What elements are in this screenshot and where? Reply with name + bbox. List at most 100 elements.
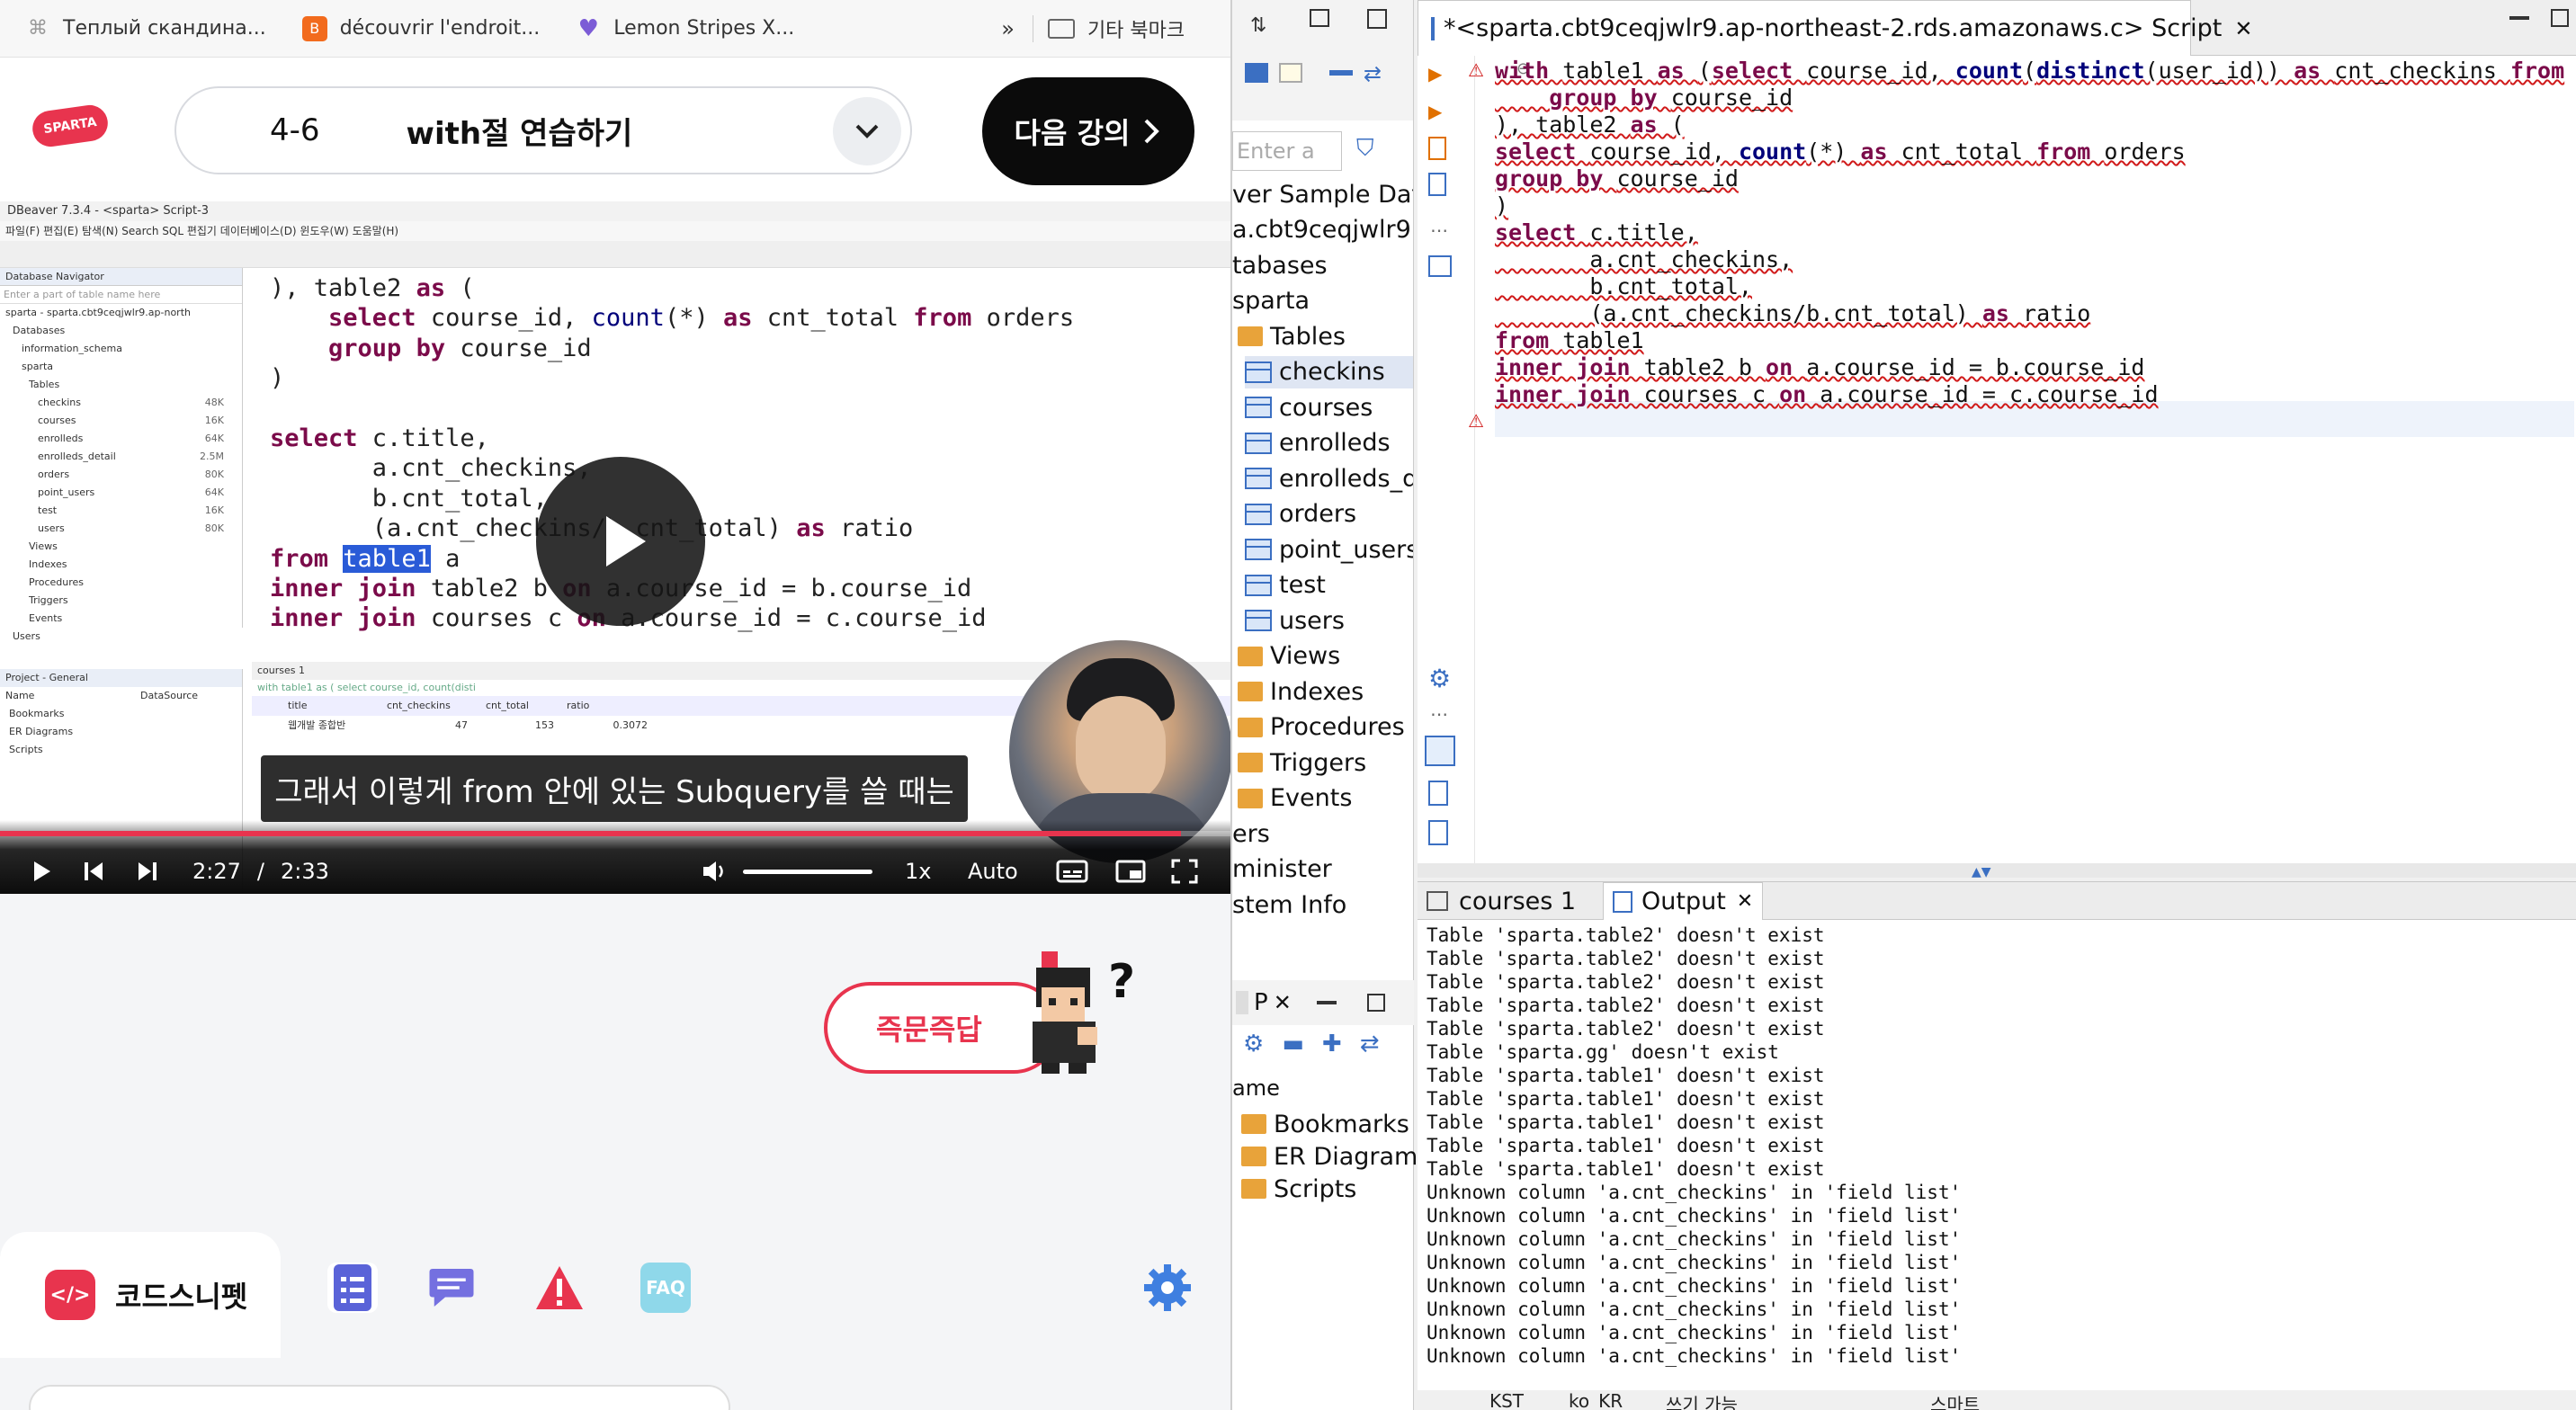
collapse-all-icon[interactable]: ▬ bbox=[1282, 1031, 1304, 1058]
previous-button[interactable] bbox=[83, 849, 104, 894]
video-code-line: select course_id, count(*) as cnt_total … bbox=[328, 304, 1075, 333]
execute-script-icon[interactable]: ▶ bbox=[1428, 101, 1442, 122]
volume-icon bbox=[703, 861, 723, 881]
minimize-icon[interactable] bbox=[2509, 16, 2529, 20]
navigator-item-ver-sample-data[interactable]: ver Sample Data bbox=[1232, 178, 1413, 210]
other-bookmarks[interactable]: 기타 북마크 bbox=[1047, 14, 1185, 43]
navigator-item-minister[interactable]: minister bbox=[1232, 853, 1332, 886]
quality-button[interactable]: Auto bbox=[968, 849, 1018, 894]
bookmark-2[interactable]: B découvrir l'endroit... bbox=[301, 15, 540, 41]
tab-courses-1[interactable]: courses 1 bbox=[1418, 882, 1585, 920]
filter-icon[interactable]: ⛉ bbox=[1356, 135, 1374, 163]
bookmark-1[interactable]: ⌘ Теплый скандина... bbox=[25, 16, 266, 41]
close-icon[interactable]: ✕ bbox=[1274, 990, 1292, 1015]
output-log-line: Table 'sparta.table1' doesn't exist bbox=[1427, 1065, 1825, 1086]
video-results-col: cnt_checkins bbox=[387, 700, 451, 711]
navigator-item-sparta[interactable]: sparta bbox=[1232, 285, 1310, 317]
editor-splitter[interactable]: ▲▼ bbox=[1418, 863, 2576, 879]
faq-button[interactable]: FAQ bbox=[640, 1263, 691, 1313]
minimize-icon[interactable] bbox=[1310, 9, 1329, 27]
gear-icon[interactable]: ⚙ bbox=[1428, 664, 1451, 693]
execute-icon[interactable]: ▶ bbox=[1428, 63, 1442, 85]
more-icon[interactable]: ⋯ bbox=[1430, 703, 1448, 725]
navigator-item-enrolleds-d[interactable]: enrolleds_d bbox=[1245, 462, 1413, 495]
notes-button[interactable] bbox=[327, 1263, 378, 1313]
projects-tab[interactable]: P bbox=[1254, 989, 1268, 1016]
navigator-item-tabases[interactable]: tabases bbox=[1232, 249, 1328, 281]
video-player[interactable]: DBeaver 7.3.4 - <sparta> Script-3 파일(F) … bbox=[0, 201, 1230, 894]
video-tree-item: orders 80K bbox=[0, 466, 242, 484]
gear-icon[interactable]: ⚙ bbox=[1243, 1031, 1264, 1058]
sql-line: select course_id, count(*) as cnt_total … bbox=[1495, 138, 2186, 165]
navigator-item-procedures[interactable]: Procedures bbox=[1238, 711, 1405, 744]
new-connection-icon[interactable] bbox=[1245, 63, 1268, 83]
sql-code[interactable]: with table1 as (select course_id, count(… bbox=[1495, 58, 2574, 435]
project-item-bookmarks[interactable]: Bookmarks bbox=[1241, 1108, 1409, 1140]
navigator-item-ers[interactable]: ers bbox=[1232, 817, 1270, 850]
maximize-icon[interactable] bbox=[2551, 9, 2569, 27]
navigator-item-orders[interactable]: orders bbox=[1245, 498, 1356, 531]
dbeaver-window: ⇅ ⇄ Enter a ⛉ ver Sample Data a.cbt9ceqjw… bbox=[1230, 0, 2576, 1410]
terminal-icon[interactable] bbox=[1428, 255, 1452, 277]
results-panel-toggle-icon[interactable] bbox=[1425, 736, 1455, 766]
volume-slider[interactable] bbox=[743, 849, 872, 894]
volume-button[interactable] bbox=[702, 849, 729, 894]
navigator-item-users[interactable]: users bbox=[1245, 604, 1345, 637]
chevron-down-icon[interactable] bbox=[833, 97, 901, 165]
editor-tab[interactable]: *<sparta.cbt9ceqjwlr9.ap-northeast-2.rds… bbox=[1418, 0, 2253, 56]
navigator-item-triggers[interactable]: Triggers bbox=[1238, 746, 1366, 779]
navigator-item-events[interactable]: Events bbox=[1238, 782, 1352, 815]
explain-icon[interactable] bbox=[1428, 137, 1446, 160]
link-icon[interactable]: ⇄ bbox=[1360, 1031, 1380, 1058]
navigator-item-indexes[interactable]: Indexes bbox=[1238, 675, 1364, 708]
maximize-icon[interactable] bbox=[1366, 994, 1385, 1012]
navigator-item-test[interactable]: test bbox=[1245, 569, 1326, 602]
tab-output[interactable]: Output ✕ bbox=[1603, 882, 1764, 920]
maximize-icon[interactable] bbox=[1367, 9, 1387, 29]
link-icon[interactable]: ⇄ bbox=[1364, 61, 1382, 86]
collapse-icon[interactable]: ⇅ bbox=[1250, 14, 1266, 37]
close-icon[interactable]: ✕ bbox=[1737, 890, 1753, 913]
settings-button[interactable] bbox=[1142, 1263, 1193, 1313]
project-item-er-diagrams[interactable]: ER Diagram bbox=[1241, 1140, 1418, 1173]
close-icon[interactable]: ✕ bbox=[2234, 16, 2252, 41]
next-lesson-button[interactable]: 다음 강의 bbox=[982, 77, 1194, 185]
bookmarks-more-button[interactable]: » bbox=[1001, 16, 1015, 41]
skip-back-icon bbox=[85, 862, 103, 880]
collapse-all-icon[interactable] bbox=[1329, 70, 1353, 76]
video-code-line: inner join courses c on a.course_id = c.… bbox=[270, 604, 987, 633]
new-folder-icon[interactable] bbox=[1279, 63, 1302, 83]
variables-icon[interactable] bbox=[1428, 820, 1448, 845]
navigator-item-tables[interactable]: Tables bbox=[1238, 320, 1346, 352]
navigator-item-checkins[interactable]: checkins bbox=[1245, 355, 1413, 388]
navigator-item-enrolleds[interactable]: enrolleds bbox=[1245, 427, 1391, 460]
navigator-item-point-users[interactable]: point_users bbox=[1245, 533, 1413, 566]
navigator-filter-input[interactable]: Enter a bbox=[1232, 131, 1342, 171]
navigator-item-stem-info[interactable]: stem Info bbox=[1232, 888, 1346, 921]
chat-button[interactable] bbox=[426, 1263, 477, 1313]
play-button[interactable] bbox=[32, 849, 52, 894]
navigator-item-courses[interactable]: courses bbox=[1245, 391, 1373, 424]
output-icon[interactable] bbox=[1428, 781, 1448, 806]
sql-line: (a.cnt_checkins/b.cnt_total) as ratio bbox=[1495, 300, 2091, 326]
bookmark-3[interactable]: ♥ Lemon Stripes X... bbox=[576, 15, 795, 42]
navigator-item-views[interactable]: Views bbox=[1238, 640, 1340, 673]
load-icon[interactable] bbox=[1428, 173, 1446, 196]
add-icon[interactable]: ✚ bbox=[1322, 1031, 1342, 1058]
lesson-selector[interactable]: 4-6 with절 연습하기 bbox=[174, 86, 912, 174]
code-snippet-tab[interactable]: </> 코드스니펫 bbox=[0, 1232, 281, 1358]
fullscreen-button[interactable] bbox=[1171, 849, 1198, 894]
project-item-scripts[interactable]: Scripts bbox=[1241, 1173, 1356, 1205]
report-button[interactable] bbox=[534, 1263, 585, 1313]
captions-button[interactable] bbox=[1056, 849, 1088, 894]
next-button[interactable] bbox=[137, 849, 158, 894]
bottom-search-field[interactable] bbox=[29, 1385, 730, 1410]
pip-button[interactable] bbox=[1115, 849, 1146, 894]
output-log-line: Table 'sparta.table2' doesn't exist bbox=[1427, 924, 1825, 946]
speed-button[interactable]: 1x bbox=[905, 849, 931, 894]
navigator-item-a-cbt9ceqjwlr9-a[interactable]: a.cbt9ceqjwlr9.a bbox=[1232, 214, 1413, 246]
table-icon bbox=[1245, 397, 1272, 418]
more-icon[interactable]: ⋯ bbox=[1430, 219, 1448, 241]
play-overlay-button[interactable] bbox=[536, 457, 705, 626]
minimize-icon[interactable] bbox=[1316, 1001, 1337, 1004]
